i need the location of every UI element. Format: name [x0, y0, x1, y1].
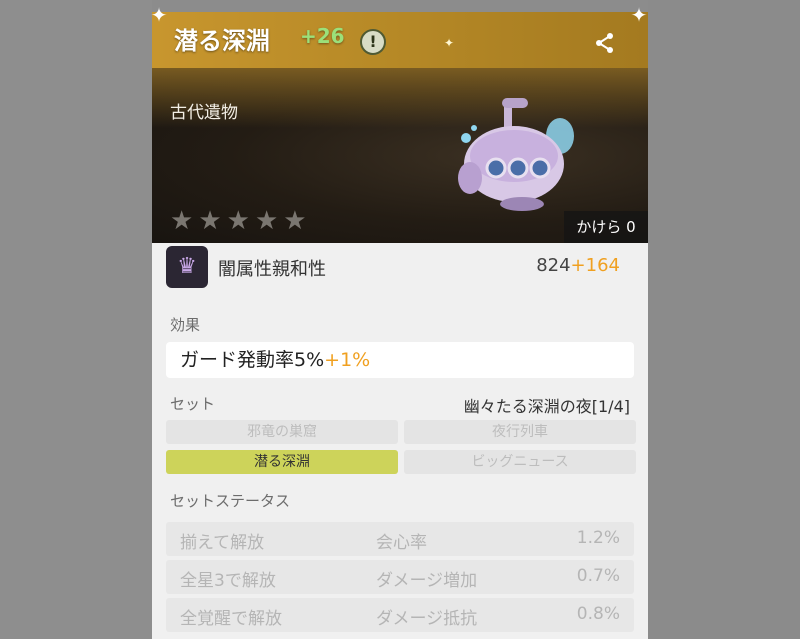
- enhance-level: +26: [300, 24, 345, 48]
- sparkle-icon: ✦: [444, 36, 455, 50]
- affinity-row: ♛ 闇属性親和性 824+164: [166, 246, 634, 288]
- corner-ornament-icon: ✦: [630, 3, 648, 27]
- star-icon: ★: [283, 206, 307, 236]
- effect-section-label: 効果: [170, 316, 201, 334]
- star-icon: ★: [226, 206, 250, 236]
- background-right: [648, 0, 800, 639]
- background-left: [0, 0, 152, 639]
- affinity-value: 824+164: [536, 255, 620, 276]
- set-section-label: セット: [170, 395, 216, 413]
- effect-box: ガード発動率5%+1%: [166, 342, 634, 378]
- set-status-table: 揃えて解放 会心率 1.2% 全星3で解放 ダメージ増加 0.7% 全覚醒で解放…: [166, 522, 634, 636]
- fragments-count: かけら 0: [564, 211, 648, 243]
- status-row: 全星3で解放 ダメージ増加 0.7%: [166, 560, 634, 594]
- effect-bonus: +1%: [324, 349, 371, 371]
- set-option-1[interactable]: 邪竜の巣窟: [166, 420, 398, 444]
- submarine-icon: [458, 98, 574, 211]
- set-status-section-label: セットステータス: [170, 492, 291, 510]
- relic-banner: 古代遺物 ★ ★ ★ ★ ★ かけら 0: [152, 68, 648, 243]
- star-icon: ★: [170, 206, 194, 236]
- share-icon[interactable]: [592, 32, 618, 58]
- set-option-4[interactable]: ビッグニュース: [404, 450, 636, 474]
- star-icon: ★: [254, 206, 279, 236]
- set-option-2[interactable]: 夜行列車: [404, 420, 636, 444]
- card-header: 潜る深淵 +26 ! ✦: [152, 12, 648, 68]
- set-option-3[interactable]: 潜る深淵: [166, 450, 398, 474]
- star-icon: ★: [198, 206, 222, 236]
- relic-category: 古代遺物: [170, 103, 238, 123]
- corner-ornament-icon: ✦: [150, 3, 168, 27]
- effect-text: ガード発動率5%: [180, 349, 325, 371]
- relic-title: 潜る深淵: [174, 27, 270, 55]
- status-row: 揃えて解放 会心率 1.2%: [166, 522, 634, 556]
- star-rating: ★ ★ ★ ★ ★: [170, 208, 307, 234]
- dark-element-icon: ♛: [166, 246, 208, 288]
- relic-detail-card: 潜る深淵 +26 ! ✦ 古代遺物 ★ ★ ★ ★ ★ かけら 0 ♛ 闇属性親…: [152, 12, 648, 639]
- status-row: 全覚醒で解放 ダメージ抵抗 0.8%: [166, 598, 634, 632]
- exclamation-icon[interactable]: !: [360, 29, 386, 55]
- set-name: 幽々たる深淵の夜[1/4]: [463, 397, 630, 416]
- affinity-label: 闇属性親和性: [218, 259, 326, 280]
